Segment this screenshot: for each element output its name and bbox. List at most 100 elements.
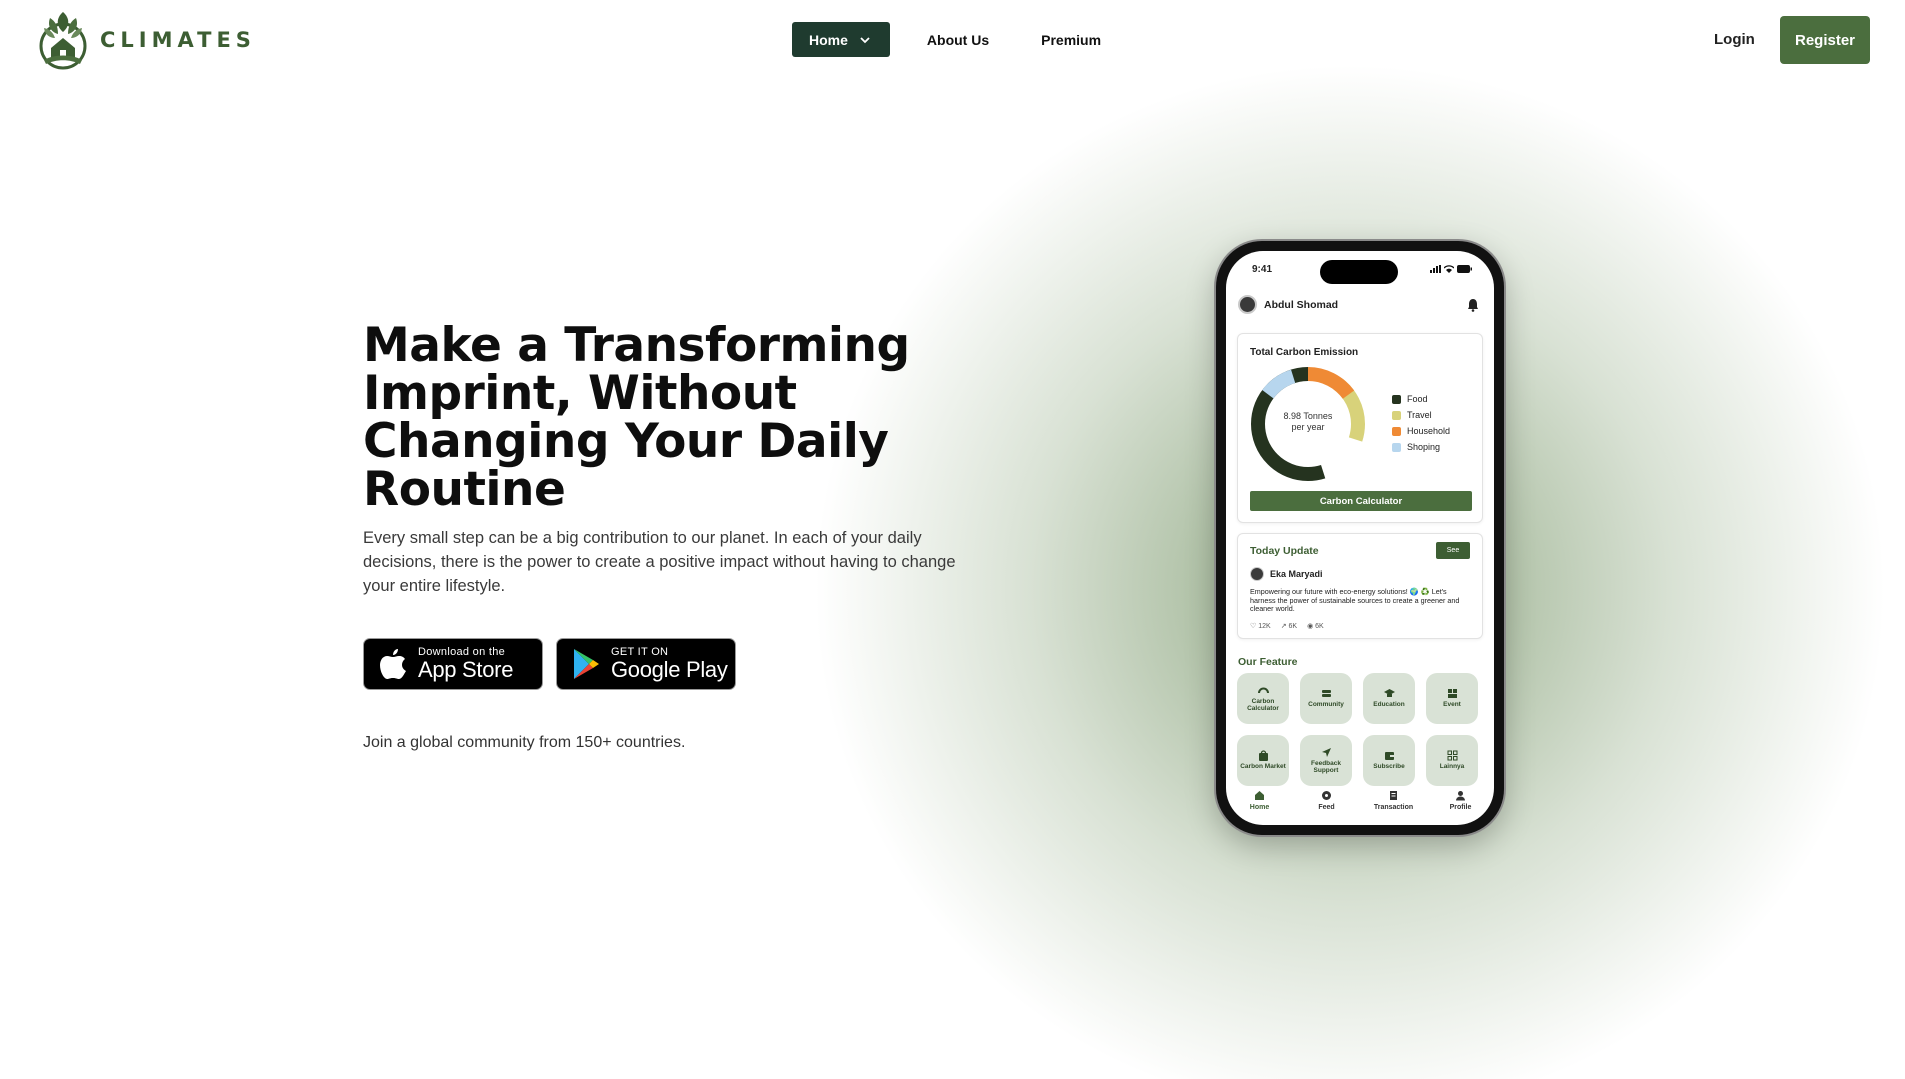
google-play-button[interactable]: GET IT ON Google Play (556, 638, 736, 690)
feature-feedback-support[interactable]: Feedback Support (1300, 735, 1352, 786)
hero-section: Make a Transforming Imprint, Without Cha… (363, 322, 983, 752)
graduation-cap-icon (1383, 689, 1395, 698)
leaf-house-logo-icon (39, 12, 87, 70)
hero-title: Make a Transforming Imprint, Without Cha… (363, 318, 910, 517)
wallet-icon (1384, 752, 1394, 761)
shares-count: 6K (1288, 623, 1298, 630)
comments-count: 6K (1315, 623, 1324, 630)
feature-label: Event (1443, 701, 1461, 709)
nav-home-button[interactable]: Home (792, 22, 890, 57)
likes-count: 12K (1258, 623, 1271, 630)
features-grid: Carbon Calculator Community Education Ev… (1237, 673, 1478, 786)
feature-event[interactable]: Event (1426, 673, 1478, 724)
landing-page: CLIMATES Home About Us Premium Login Reg… (0, 0, 1905, 1079)
legend-label: Shoping (1407, 442, 1441, 452)
apple-icon (380, 649, 406, 679)
receipt-icon (1390, 791, 1397, 800)
avatar (1250, 567, 1264, 581)
login-link[interactable]: Login (1714, 31, 1755, 48)
feature-label: Education (1373, 701, 1405, 709)
legend-item-household: Household (1392, 423, 1450, 439)
tab-label: Feed (1318, 804, 1335, 811)
legend-label: Household (1407, 426, 1451, 436)
bell-icon[interactable] (1466, 298, 1480, 312)
main-nav: Home About Us Premium (792, 22, 1101, 57)
store-badges: Download on the App Store GET IT ON Goog… (363, 638, 983, 690)
tab-feed[interactable]: Feed (1297, 790, 1357, 811)
app-store-button[interactable]: Download on the App Store (363, 638, 543, 690)
legend-swatch (1392, 442, 1401, 452)
nav-about-link[interactable]: About Us (927, 32, 989, 48)
community-icon (1321, 690, 1331, 698)
phone-screen: 9:41 Abdul Shomad Total Carbon Emission (1226, 251, 1494, 825)
legend-label: Travel (1407, 410, 1432, 420)
feature-label: Carbon Market (1240, 763, 1286, 771)
likes-stat[interactable]: ♡ 12K (1250, 622, 1271, 630)
brand-name: CLIMATES (100, 28, 256, 52)
tab-transaction[interactable]: Transaction (1364, 790, 1424, 811)
tab-profile[interactable]: Profile (1431, 790, 1491, 811)
bag-icon (1258, 750, 1268, 762)
event-icon (1447, 689, 1457, 699)
legend-item-food: Food (1392, 391, 1450, 407)
feature-subscribe[interactable]: Subscribe (1363, 735, 1415, 786)
donut-center-label: 8.98 Tonnes per year (1250, 411, 1366, 433)
user-row[interactable]: Abdul Shomad (1238, 295, 1338, 314)
shares-stat[interactable]: ↗ 6K (1281, 622, 1297, 630)
feature-carbon-calculator[interactable]: Carbon Calculator (1237, 673, 1289, 724)
feature-carbon-market[interactable]: Carbon Market (1237, 735, 1289, 786)
hero-description: Every small step can be a big contributi… (363, 529, 956, 595)
update-title: Today Update (1250, 545, 1319, 557)
phone-mockup: 9:41 Abdul Shomad Total Carbon Emission (1216, 241, 1504, 835)
tab-label: Home (1249, 804, 1270, 811)
legend-swatch (1392, 410, 1401, 420)
gauge-icon (1257, 687, 1269, 693)
app-store-big-text: App Store (418, 657, 514, 682)
register-button[interactable]: Register (1780, 16, 1870, 64)
wifi-icon (1444, 265, 1454, 273)
post-stats: ♡ 12K ↗ 6K ◉ 6K (1250, 622, 1324, 630)
join-text: Join a global community from 150+ countr… (363, 734, 686, 751)
google-play-icon (574, 649, 599, 679)
tab-label: Profile (1449, 804, 1472, 811)
comments-stat[interactable]: ◉ 6K (1307, 622, 1324, 630)
status-time: 9:41 (1252, 264, 1273, 275)
poster-row: Eka Maryadi (1250, 567, 1323, 581)
site-header: CLIMATES Home About Us Premium Login Reg… (0, 0, 1905, 80)
logo[interactable]: CLIMATES (38, 8, 256, 72)
emission-title: Total Carbon Emission (1250, 347, 1359, 358)
feature-label: Carbon Calculator (1247, 697, 1279, 713)
dynamic-island (1320, 260, 1398, 284)
see-button[interactable]: See (1436, 542, 1470, 559)
tab-home[interactable]: Home (1230, 790, 1290, 811)
user-name: Abdul Shomad (1264, 298, 1339, 311)
donut-center-value: 8.98 Tonnes (1283, 411, 1333, 421)
carbon-emission-card: Total Carbon Emission 8.98 Tonnes per ye… (1237, 333, 1483, 523)
feature-label: Lainnya (1439, 763, 1465, 771)
legend-item-shoping: Shoping (1392, 439, 1450, 455)
feature-label: Feedback Support (1311, 759, 1341, 775)
phone-tab-bar: Home Feed Transaction Profile (1226, 790, 1494, 811)
feature-label: Subscribe (1373, 763, 1405, 771)
donut-center-unit: per year (1291, 422, 1325, 432)
chevron-down-icon (860, 36, 870, 43)
google-play-big-text: Google Play (611, 657, 728, 682)
feature-lainnya[interactable]: Lainnya (1426, 735, 1478, 786)
home-icon (1255, 791, 1264, 800)
legend-swatch (1392, 426, 1401, 436)
avatar (1238, 295, 1257, 314)
tab-label: Transaction (1373, 804, 1414, 811)
nav-premium-link[interactable]: Premium (1041, 32, 1101, 48)
feature-label: Community (1308, 701, 1344, 709)
today-update-card: Today Update See Eka Maryadi Empowering … (1237, 533, 1483, 639)
carbon-calculator-button[interactable]: Carbon Calculator (1250, 491, 1472, 511)
feature-community[interactable]: Community (1300, 673, 1352, 724)
signal-icon (1430, 265, 1441, 273)
emission-legend: Food Travel Household Shoping (1392, 391, 1450, 455)
feature-education[interactable]: Education (1363, 673, 1415, 724)
status-icons (1430, 265, 1472, 273)
grid-icon (1447, 750, 1457, 761)
nav-home-label: Home (809, 31, 848, 48)
legend-swatch (1392, 394, 1401, 404)
send-icon (1321, 747, 1331, 757)
